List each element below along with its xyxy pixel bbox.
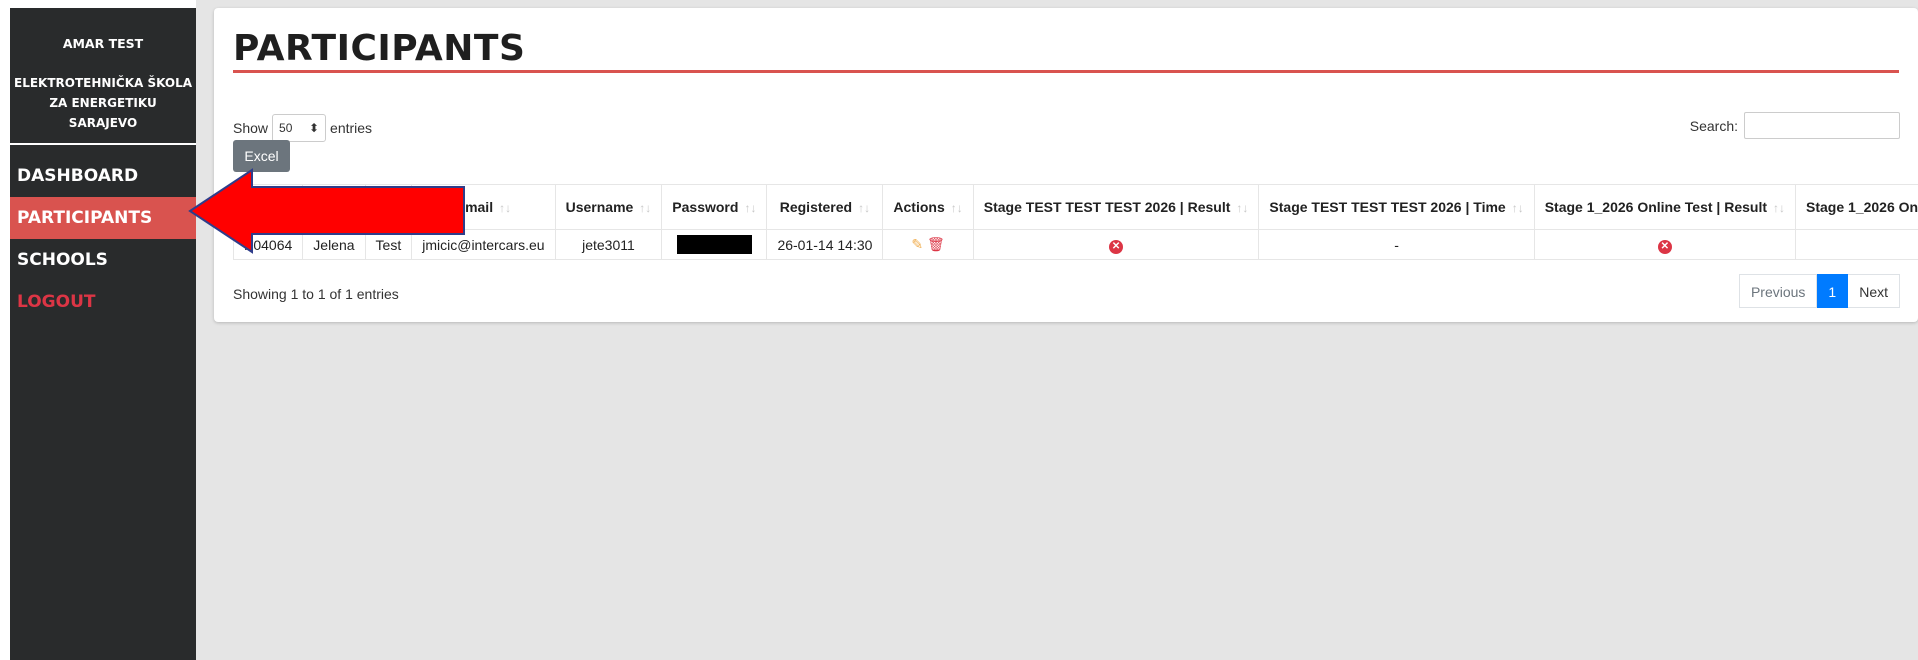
cell-stage-test-result: ✕	[972, 229, 1260, 260]
length-control: Show 50 ⬍ entries	[233, 114, 372, 142]
sort-icon: ↑↓	[1773, 201, 1786, 215]
sort-icon: ↑↓	[499, 201, 512, 215]
table-info: Showing 1 to 1 of 1 entries	[233, 286, 399, 302]
col-header-stage1-result[interactable]: Stage 1_2026 Online Test | Result ↑↓	[1533, 184, 1797, 230]
sidebar-item-schools[interactable]: SCHOOLS	[10, 239, 196, 281]
page-button-current[interactable]: 1	[1817, 274, 1849, 308]
sidebar-item-dashboard[interactable]: DASHBOARD	[10, 155, 196, 197]
cell-last-name: Test	[364, 229, 413, 260]
cell-actions: ✎ 🗑	[882, 229, 974, 260]
cell-email: jmicic@intercars.eu	[411, 229, 556, 260]
cell-password	[661, 229, 768, 260]
previous-button[interactable]: Previous	[1738, 274, 1818, 308]
col-header-id[interactable]	[232, 184, 304, 230]
sidebar-divider	[10, 143, 196, 145]
page-length-select[interactable]: 50 ⬍	[272, 114, 327, 142]
col-header-first-name[interactable]	[302, 184, 366, 230]
sort-icon: ↑↓	[639, 201, 652, 215]
sidebar-nav: DASHBOARD PARTICIPANTS SCHOOLS LOGOUT	[10, 155, 196, 323]
sort-icon: ↑↓	[950, 201, 963, 215]
sort-icon: ↑↓	[1236, 201, 1249, 215]
excel-button[interactable]: Excel	[233, 140, 290, 172]
show-label: Show	[233, 120, 269, 136]
col-header-last-name[interactable]	[364, 184, 413, 230]
cell-username: jete3011	[554, 229, 663, 260]
sidebar-item-logout[interactable]: LOGOUT	[10, 281, 196, 323]
table-row: P04064 Jelena Test jmicic@intercars.eu j…	[232, 229, 1918, 260]
cell-stage1-more	[1795, 229, 1918, 260]
col-header-password[interactable]: Password ↑↓	[661, 184, 768, 230]
page-length-value: 50	[279, 121, 293, 135]
x-circle-icon: ✕	[1657, 239, 1672, 254]
search-label: Search:	[1689, 117, 1738, 134]
col-header-email[interactable]: Email ↑↓	[411, 184, 556, 230]
x-circle-icon: ✕	[1109, 239, 1124, 254]
participants-table: Email ↑↓ Username ↑↓ Password ↑↓ Registered…	[232, 184, 1918, 260]
sort-icon: ↑↓	[744, 201, 757, 215]
next-button[interactable]: Next	[1848, 274, 1900, 308]
cell-stage1-result: ✕	[1533, 229, 1797, 260]
table-header-row: Email ↑↓ Username ↑↓ Password ↑↓ Registered…	[232, 184, 1918, 230]
sidebar-item-participants[interactable]: PARTICIPANTS	[10, 197, 196, 239]
edit-icon[interactable]: ✎	[911, 236, 923, 252]
col-header-username[interactable]: Username ↑↓	[554, 184, 663, 230]
search-control: Search:	[1690, 112, 1900, 139]
select-arrows-icon: ⬍	[308, 121, 320, 135]
title-underline	[233, 70, 1899, 73]
col-header-stage1-more[interactable]: Stage 1_2026 On	[1795, 184, 1918, 230]
sort-icon: ↑↓	[1511, 201, 1524, 215]
trash-icon[interactable]: 🗑	[927, 236, 945, 252]
cell-first-name: Jelena	[302, 229, 366, 260]
cell-registered: 26-01-14 14:30	[766, 229, 884, 260]
sidebar: AMAR TEST ELEKTROTEHNIČKA ŠKOLA ZA ENERG…	[10, 8, 196, 660]
col-header-registered[interactable]: Registered ↑↓	[766, 184, 884, 230]
search-input[interactable]	[1744, 112, 1900, 139]
col-header-stage-test-time[interactable]: Stage TEST TEST TEST 2026 | Time ↑↓	[1258, 184, 1535, 230]
cell-stage-test-time: -	[1258, 229, 1535, 260]
password-redaction	[676, 235, 752, 254]
participants-card: PARTICIPANTS Show 50 ⬍ entries Search: E…	[214, 8, 1918, 322]
page-title: PARTICIPANTS	[233, 28, 526, 69]
entries-label: entries	[330, 120, 373, 136]
col-header-actions[interactable]: Actions ↑↓	[882, 184, 974, 230]
col-header-stage-test-result[interactable]: Stage TEST TEST TEST 2026 | Result ↑↓	[972, 184, 1260, 230]
sort-icon: ↑↓	[858, 201, 871, 215]
cell-id: P04064	[232, 229, 304, 260]
pagination: Previous 1 Next	[1738, 274, 1900, 308]
user-name: AMAR TEST	[62, 36, 144, 51]
school-name: ELEKTROTEHNIČKA ŠKOLA ZA ENERGETIKU SARA…	[14, 76, 193, 130]
